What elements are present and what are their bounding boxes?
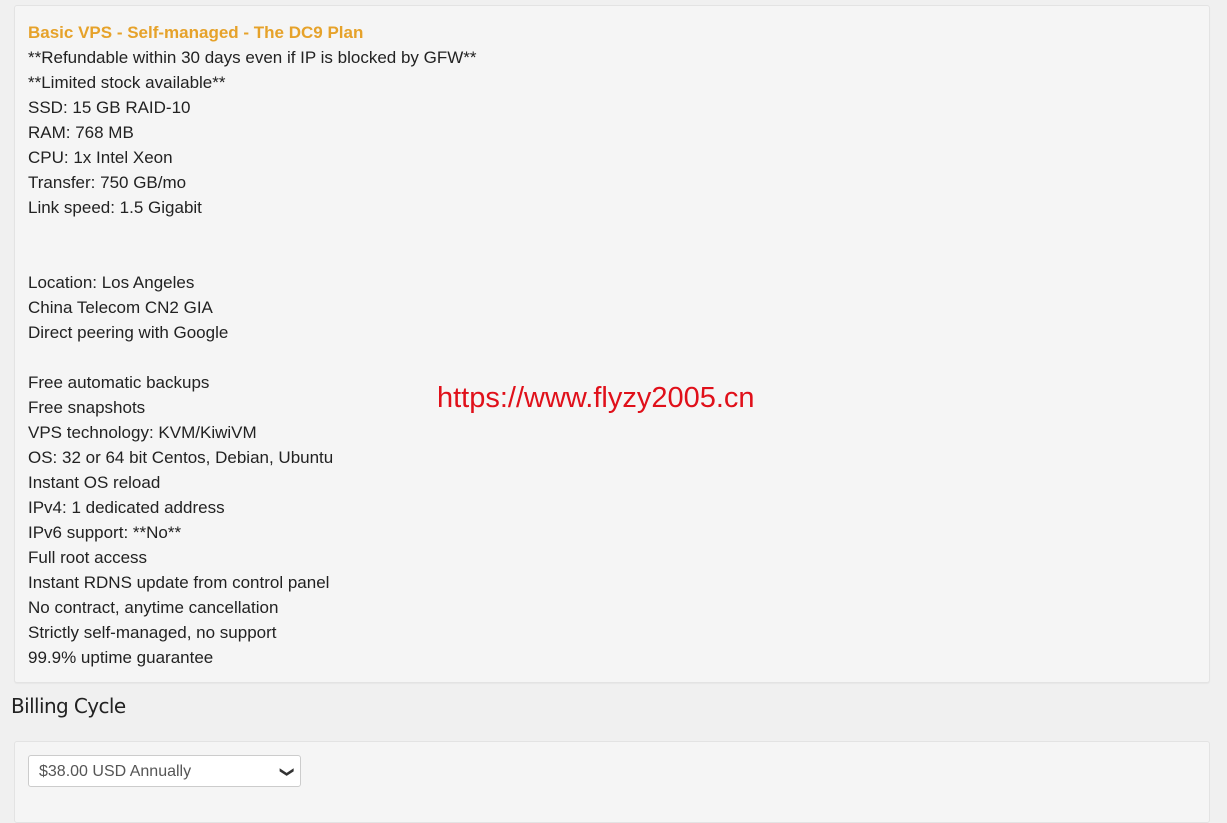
plan-feature-line: RAM: 768 MB [28,123,134,142]
plan-feature-line [28,220,477,245]
plan-feature-line: **Limited stock available** [28,73,226,92]
plan-feature-line: Instant OS reload [28,473,161,492]
plan-feature-line: Free automatic backups [28,373,210,392]
plan-feature-line: Full root access [28,548,148,567]
billing-cycle-select[interactable]: $38.00 USD Annually ❯ [28,755,301,787]
plan-feature-line: Strictly self-managed, no support [28,623,277,642]
plan-feature-line: Direct peering with Google [28,323,229,342]
billing-cycle-heading: Billing Cycle [11,694,126,718]
chevron-down-icon: ❯ [280,766,297,778]
plan-feature-line: **Refundable within 30 days even if IP i… [28,48,477,67]
plan-feature-line: IPv6 support: **No** [28,523,182,542]
plan-feature-line: No contract, anytime cancellation [28,598,279,617]
plan-feature-line: Transfer: 750 GB/mo [28,173,187,192]
plan-feature-line: 99.9% uptime guarantee [28,648,214,667]
plan-details: Basic VPS - Self-managed - The DC9 Plan … [28,20,477,670]
plan-feature-line: SSD: 15 GB RAID-10 [28,98,191,117]
plan-feature-line [28,345,477,370]
plan-feature-line: Link speed: 1.5 Gigabit [28,198,202,217]
billing-cycle-value: $38.00 USD Annually [39,763,192,780]
billing-cycle-panel: $38.00 USD Annually ❯ [14,741,1210,823]
plan-feature-line: Location: Los Angeles [28,273,195,292]
plan-feature-line: IPv4: 1 dedicated address [28,498,225,517]
plan-feature-line: OS: 32 or 64 bit Centos, Debian, Ubuntu [28,448,334,467]
plan-title: Basic VPS - Self-managed - The DC9 Plan [28,23,364,42]
plan-feature-line: CPU: 1x Intel Xeon [28,148,173,167]
plan-feature-line: China Telecom CN2 GIA [28,298,213,317]
plan-feature-line [28,245,477,270]
watermark-url: https://www.flyzy2005.cn [437,382,755,414]
plan-description-panel: Basic VPS - Self-managed - The DC9 Plan … [14,5,1210,683]
plan-feature-line: VPS technology: KVM/KiwiVM [28,423,257,442]
plan-feature-line: Instant RDNS update from control panel [28,573,330,592]
plan-feature-line: Free snapshots [28,398,146,417]
